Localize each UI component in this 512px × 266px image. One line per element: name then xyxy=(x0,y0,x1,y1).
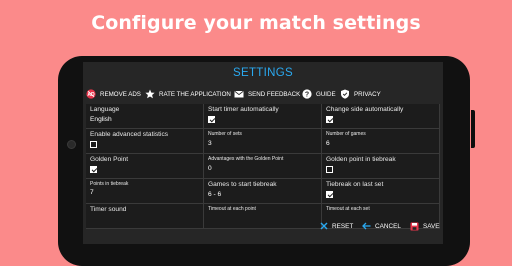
setting-label: Timeout at each set xyxy=(326,206,370,212)
setting-value: 6 xyxy=(326,140,330,147)
settings-screen: SETTINGS AD REMOVE ADS RATE THE APPLICAT… xyxy=(83,62,443,244)
tiebreak-last-set-checkbox[interactable] xyxy=(326,191,333,198)
setting-label: Advantages with the Golden Point xyxy=(208,156,284,162)
save-button[interactable]: SAVE xyxy=(410,219,440,233)
setting-label: Games to start tiebreak xyxy=(208,181,277,188)
menu-send-feedback[interactable]: SEND FEEDBACK xyxy=(234,87,300,101)
menu-label: REMOVE ADS xyxy=(100,90,141,98)
setting-golden-point: Golden Point xyxy=(86,154,204,179)
menu-rate-app[interactable]: RATE THE APPLICATION xyxy=(145,87,231,101)
star-icon xyxy=(145,89,155,99)
setting-advanced-stats: Enable advanced statistics xyxy=(86,129,204,154)
setting-label: Timeout at each point xyxy=(208,206,256,212)
change-side-checkbox[interactable] xyxy=(326,116,333,123)
no-ads-icon: AD xyxy=(86,89,96,99)
top-menu: AD REMOVE ADS RATE THE APPLICATION SEND … xyxy=(83,87,443,101)
start-timer-checkbox[interactable] xyxy=(208,116,215,123)
menu-privacy[interactable]: PRIVACY xyxy=(340,87,381,101)
setting-change-side: Change side automatically xyxy=(322,104,440,129)
setting-number-of-sets[interactable]: Number of sets 3 xyxy=(204,129,322,154)
menu-label: PRIVACY xyxy=(354,90,381,98)
menu-label: SEND FEEDBACK xyxy=(248,90,301,98)
setting-value: 6 - 6 xyxy=(208,191,222,198)
cancel-label: CANCEL xyxy=(375,222,401,230)
setting-label: Points in tiebreak xyxy=(90,181,129,187)
setting-golden-tiebreak: Golden point in tiebreak xyxy=(322,154,440,179)
setting-label: Enable advanced statistics xyxy=(90,131,169,138)
setting-number-of-games[interactable]: Number of games 6 xyxy=(322,129,440,154)
setting-value: 7 xyxy=(90,189,94,196)
setting-label: Golden Point xyxy=(90,156,129,163)
menu-remove-ads[interactable]: AD REMOVE ADS xyxy=(86,87,141,101)
setting-label: Timer sound xyxy=(90,206,127,213)
golden-point-checkbox[interactable] xyxy=(90,166,97,173)
setting-timeout-point[interactable]: Timeout at each point xyxy=(204,204,322,229)
setting-start-timer: Start timer automatically xyxy=(204,104,322,129)
screen-title: SETTINGS xyxy=(233,67,293,79)
setting-label: Change side automatically xyxy=(326,106,404,113)
shield-icon xyxy=(340,89,350,99)
setting-label: Golden point in tiebreak xyxy=(326,156,396,163)
setting-language[interactable]: Language English xyxy=(86,104,204,129)
menu-guide[interactable]: ? GUIDE xyxy=(302,87,336,101)
setting-points-tiebreak[interactable]: Points in tiebreak 7 xyxy=(86,179,204,204)
setting-advantages-golden-point[interactable]: Advantages with the Golden Point 0 xyxy=(204,154,322,179)
golden-tiebreak-checkbox[interactable] xyxy=(326,166,333,173)
reset-label: RESET xyxy=(332,222,354,230)
advanced-stats-checkbox[interactable] xyxy=(90,141,97,148)
setting-value: 3 xyxy=(208,140,212,147)
setting-games-tiebreak[interactable]: Games to start tiebreak 6 - 6 xyxy=(204,179,322,204)
svg-text:?: ? xyxy=(305,92,309,99)
mail-icon xyxy=(234,89,244,99)
phone-camera xyxy=(67,140,76,149)
reset-button[interactable]: RESET xyxy=(320,219,353,233)
setting-label: Language xyxy=(90,106,120,113)
menu-label: GUIDE xyxy=(316,90,336,98)
arrow-left-icon xyxy=(362,222,371,230)
setting-value: English xyxy=(90,116,112,123)
setting-label: Number of games xyxy=(326,131,366,137)
help-icon: ? xyxy=(302,89,312,99)
menu-label: RATE THE APPLICATION xyxy=(159,90,231,98)
setting-label: Start timer automatically xyxy=(208,106,279,113)
phone-side-button xyxy=(471,110,475,148)
headline: Configure your match settings xyxy=(91,12,421,34)
setting-label: Number of sets xyxy=(208,131,242,137)
save-label: SAVE xyxy=(423,222,440,230)
close-icon xyxy=(320,222,328,230)
setting-timer-sound[interactable]: Timer sound xyxy=(86,204,204,229)
save-icon xyxy=(410,222,419,231)
setting-label: Tiebreak on last set xyxy=(326,181,384,188)
setting-value: 0 xyxy=(208,165,212,172)
cancel-button[interactable]: CANCEL xyxy=(362,219,401,233)
setting-tiebreak-last-set: Tiebreak on last set xyxy=(322,179,440,204)
